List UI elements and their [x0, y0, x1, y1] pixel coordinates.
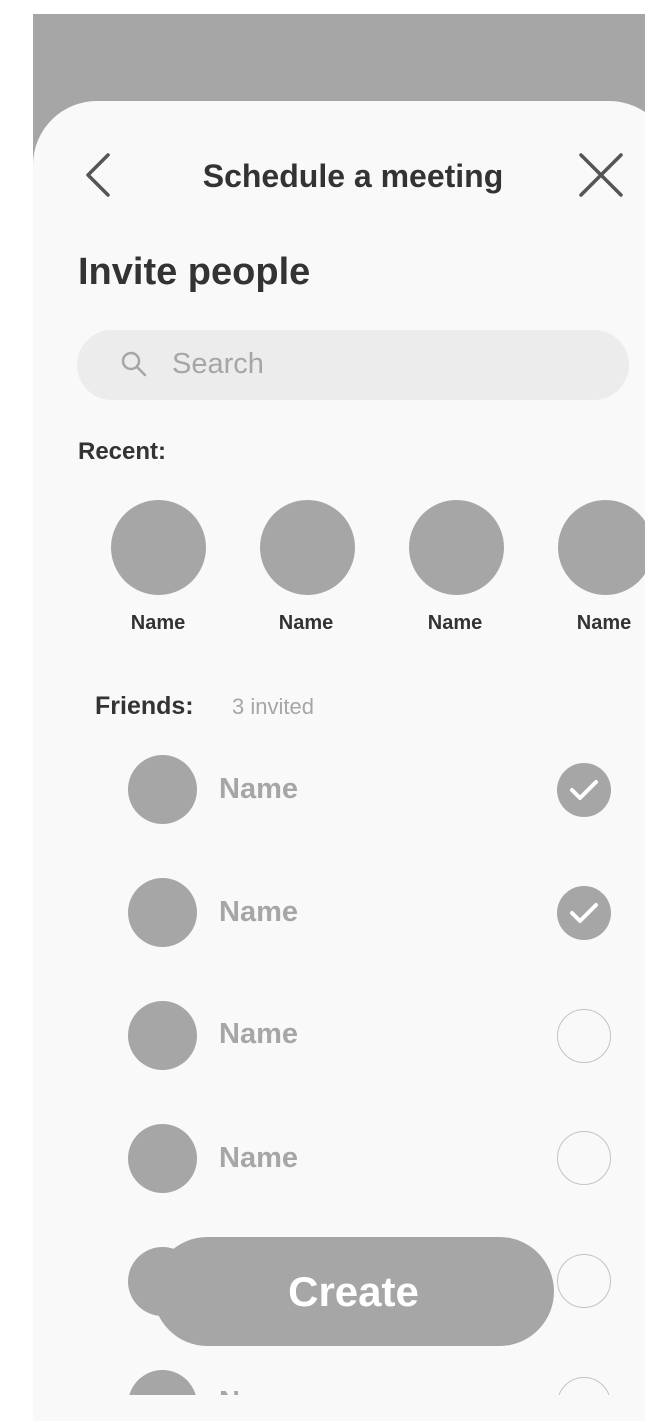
recent-avatar[interactable]	[558, 500, 645, 595]
recent-avatar[interactable]	[111, 500, 206, 595]
friend-name: Name	[219, 773, 298, 805]
friend-name: Name	[219, 896, 298, 928]
friend-checkbox[interactable]	[557, 1377, 611, 1395]
recent-name: Name	[278, 612, 334, 634]
checkmark-icon	[570, 903, 598, 923]
checkmark-icon	[570, 780, 598, 800]
friend-avatar	[128, 1001, 197, 1070]
close-icon[interactable]	[578, 152, 624, 198]
friend-checkbox[interactable]	[557, 1254, 611, 1308]
recent-avatar[interactable]	[409, 500, 504, 595]
friend-name: Name	[219, 1142, 298, 1174]
sheet-content: Schedule a meeting Invite people Recent:…	[0, 0, 645, 1395]
recent-name: Name	[576, 612, 632, 634]
friend-checkbox[interactable]	[557, 886, 611, 940]
recent-label: Recent:	[78, 438, 167, 465]
friend-avatar	[128, 755, 197, 824]
friend-checkbox[interactable]	[557, 1009, 611, 1063]
recent-name: Name	[427, 612, 483, 634]
friend-avatar	[128, 1124, 197, 1193]
create-button[interactable]: Create	[153, 1237, 554, 1346]
friends-label: Friends:	[95, 692, 194, 720]
friend-checkbox[interactable]	[557, 1131, 611, 1185]
friend-avatar	[128, 878, 197, 947]
invited-count: 3 invited	[232, 694, 314, 719]
friend-name: Name	[219, 1384, 298, 1395]
recent-name: Name	[130, 612, 186, 634]
search-icon	[121, 351, 147, 377]
invite-heading: Invite people	[78, 251, 311, 293]
page-title: Schedule a meeting	[202, 158, 504, 194]
chevron-left-icon[interactable]	[83, 152, 113, 198]
search-input[interactable]	[172, 344, 592, 384]
friend-name: Name	[219, 1018, 298, 1050]
friend-checkbox[interactable]	[557, 763, 611, 817]
friend-avatar	[128, 1370, 197, 1395]
recent-avatar[interactable]	[260, 500, 355, 595]
